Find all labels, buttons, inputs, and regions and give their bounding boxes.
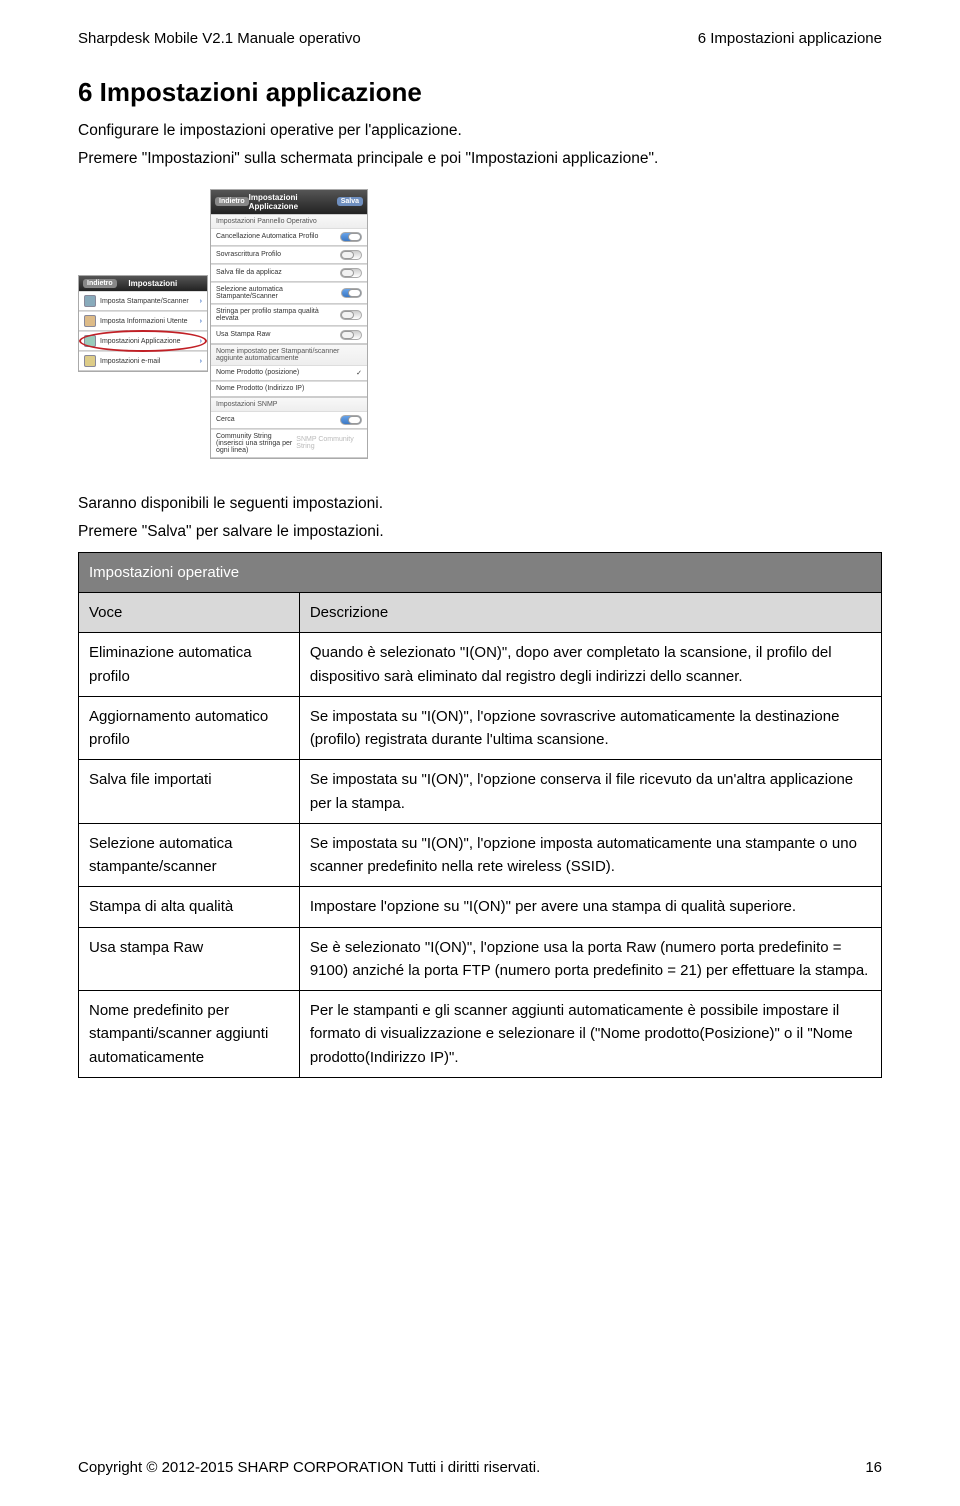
setting-name: Eliminazione automatica profilo [79,633,300,697]
chevron-right-icon: › [200,298,202,305]
setting-description: Se è selezionato "I(ON)", l'opzione usa … [299,927,881,991]
table-row: Eliminazione automatica profiloQuando è … [79,633,882,697]
table-row: Selezione automatica stampante/scannerSe… [79,823,882,887]
running-header: Sharpdesk Mobile V2.1 Manuale operativo … [78,30,882,47]
setting-description: Impostare l'opzione su "I(ON)" per avere… [299,887,881,927]
table-row: Aggiornamento automatico profiloSe impos… [79,696,882,760]
table-row: Usa stampa RawSe è selezionato "I(ON)", … [79,927,882,991]
back-button[interactable]: Indietro [83,279,117,288]
section-header: Impostazioni Pannello Operativo [211,214,367,228]
page-footer: Copyright © 2012-2015 SHARP CORPORATION … [78,1459,882,1476]
setting-description: Quando è selezionato "I(ON)", dopo aver … [299,633,881,697]
settings-list-item-highlighted[interactable]: Impostazioni Applicazione › [79,331,207,351]
panel-titlebar: Indietro Impostazioni [79,276,207,291]
panel-title: Impostazioni Applicazione [249,193,337,211]
header-left: Sharpdesk Mobile V2.1 Manuale operativo [78,30,361,47]
section-header: Nome impostato per Stampanti/scanner agg… [211,344,367,365]
table-group-title: Impostazioni operative [79,552,882,592]
text-field[interactable]: SNMP Community String [296,436,362,450]
checkmark-icon: ✓ [356,369,362,377]
setting-name: Selezione automatica stampante/scanner [79,823,300,887]
toggle-row[interactable]: Usa Stampa Raw [211,326,367,344]
intro-line: Premere "Impostazioni" sulla schermata p… [78,148,882,170]
setting-name: Salva file importati [79,760,300,824]
settings-list-item[interactable]: Imposta Informazioni Utente › [79,311,207,331]
table-col-header: Descrizione [299,593,881,633]
table-col-header: Voce [79,593,300,633]
settings-table: Impostazioni operative Voce Descrizione … [78,552,882,1078]
back-button[interactable]: Indietro [215,197,249,206]
setting-name: Nome predefinito per stampanti/scanner a… [79,991,300,1078]
setting-name: Aggiornamento automatico profilo [79,696,300,760]
setting-description: Se impostata su "I(ON)", l'opzione impos… [299,823,881,887]
table-row: Stampa di alta qualitàImpostare l'opzion… [79,887,882,927]
table-group-header: Impostazioni operative [79,552,882,592]
section-heading: 6 Impostazioni applicazione [78,77,882,108]
toggle-switch[interactable] [340,268,362,278]
header-right: 6 Impostazioni applicazione [698,30,882,47]
toggle-row[interactable]: Cancellazione Automatica Profilo [211,228,367,246]
setting-description: Se impostata su "I(ON)", l'opzione conse… [299,760,881,824]
table-row: Salva file importatiSe impostata su "I(O… [79,760,882,824]
toggle-switch[interactable] [340,415,362,425]
toggle-row[interactable]: Selezione automatica Stampante/Scanner [211,282,367,304]
save-button[interactable]: Salva [337,197,363,206]
intro-line: Configurare le impostazioni operative pe… [78,120,882,142]
settings-list-item[interactable]: Impostazioni e-mail › [79,351,207,371]
panel-titlebar: Indietro Impostazioni Applicazione Salva [211,190,367,214]
mail-icon [84,355,96,367]
toggle-row[interactable]: Stringa per profilo stampa qualità eleva… [211,304,367,326]
chevron-right-icon: › [200,358,202,365]
toggle-switch[interactable] [340,232,362,242]
copyright-text: Copyright © 2012-2015 SHARP CORPORATION … [78,1459,540,1476]
toggle-row[interactable]: Sovrascrittura Profilo [211,246,367,264]
toggle-switch[interactable] [340,310,362,320]
printer-icon [84,295,96,307]
chevron-right-icon: › [200,338,202,345]
app-settings-panel: Indietro Impostazioni Applicazione Salva… [210,189,368,459]
settings-list-panel: Indietro Impostazioni Imposta Stampante/… [78,275,208,372]
toggle-row[interactable]: Salva file da applicaz [211,264,367,282]
page-number: 16 [865,1459,882,1476]
setting-name: Stampa di alta qualità [79,887,300,927]
option-row[interactable]: Nome Prodotto (posizione)✓ [211,365,367,381]
table-row: Nome predefinito per stampanti/scanner a… [79,991,882,1078]
text-input-row[interactable]: Community String (inserisci una stringa … [211,429,367,458]
page: Sharpdesk Mobile V2.1 Manuale operativo … [0,0,960,1506]
toggle-switch[interactable] [340,330,362,340]
settings-list-item[interactable]: Imposta Stampante/Scanner › [79,291,207,311]
toggle-switch[interactable] [341,288,362,298]
screenshot-figure: Indietro Impostazioni Imposta Stampante/… [78,189,882,459]
option-row[interactable]: Nome Prodotto (Indirizzo IP) [211,381,367,397]
app-settings-icon [84,335,96,347]
body-text: Premere "Salva" per salvare le impostazi… [78,521,882,543]
setting-description: Se impostata su "I(ON)", l'opzione sovra… [299,696,881,760]
chevron-right-icon: › [200,318,202,325]
panel-title: Impostazioni [128,279,177,288]
setting-description: Per le stampanti e gli scanner aggiunti … [299,991,881,1078]
body-text: Saranno disponibili le seguenti impostaz… [78,493,882,515]
toggle-switch[interactable] [340,250,362,260]
toggle-row[interactable]: Cerca [211,411,367,429]
table-column-header-row: Voce Descrizione [79,593,882,633]
setting-name: Usa stampa Raw [79,927,300,991]
section-header: Impostazioni SNMP [211,397,367,411]
user-icon [84,315,96,327]
